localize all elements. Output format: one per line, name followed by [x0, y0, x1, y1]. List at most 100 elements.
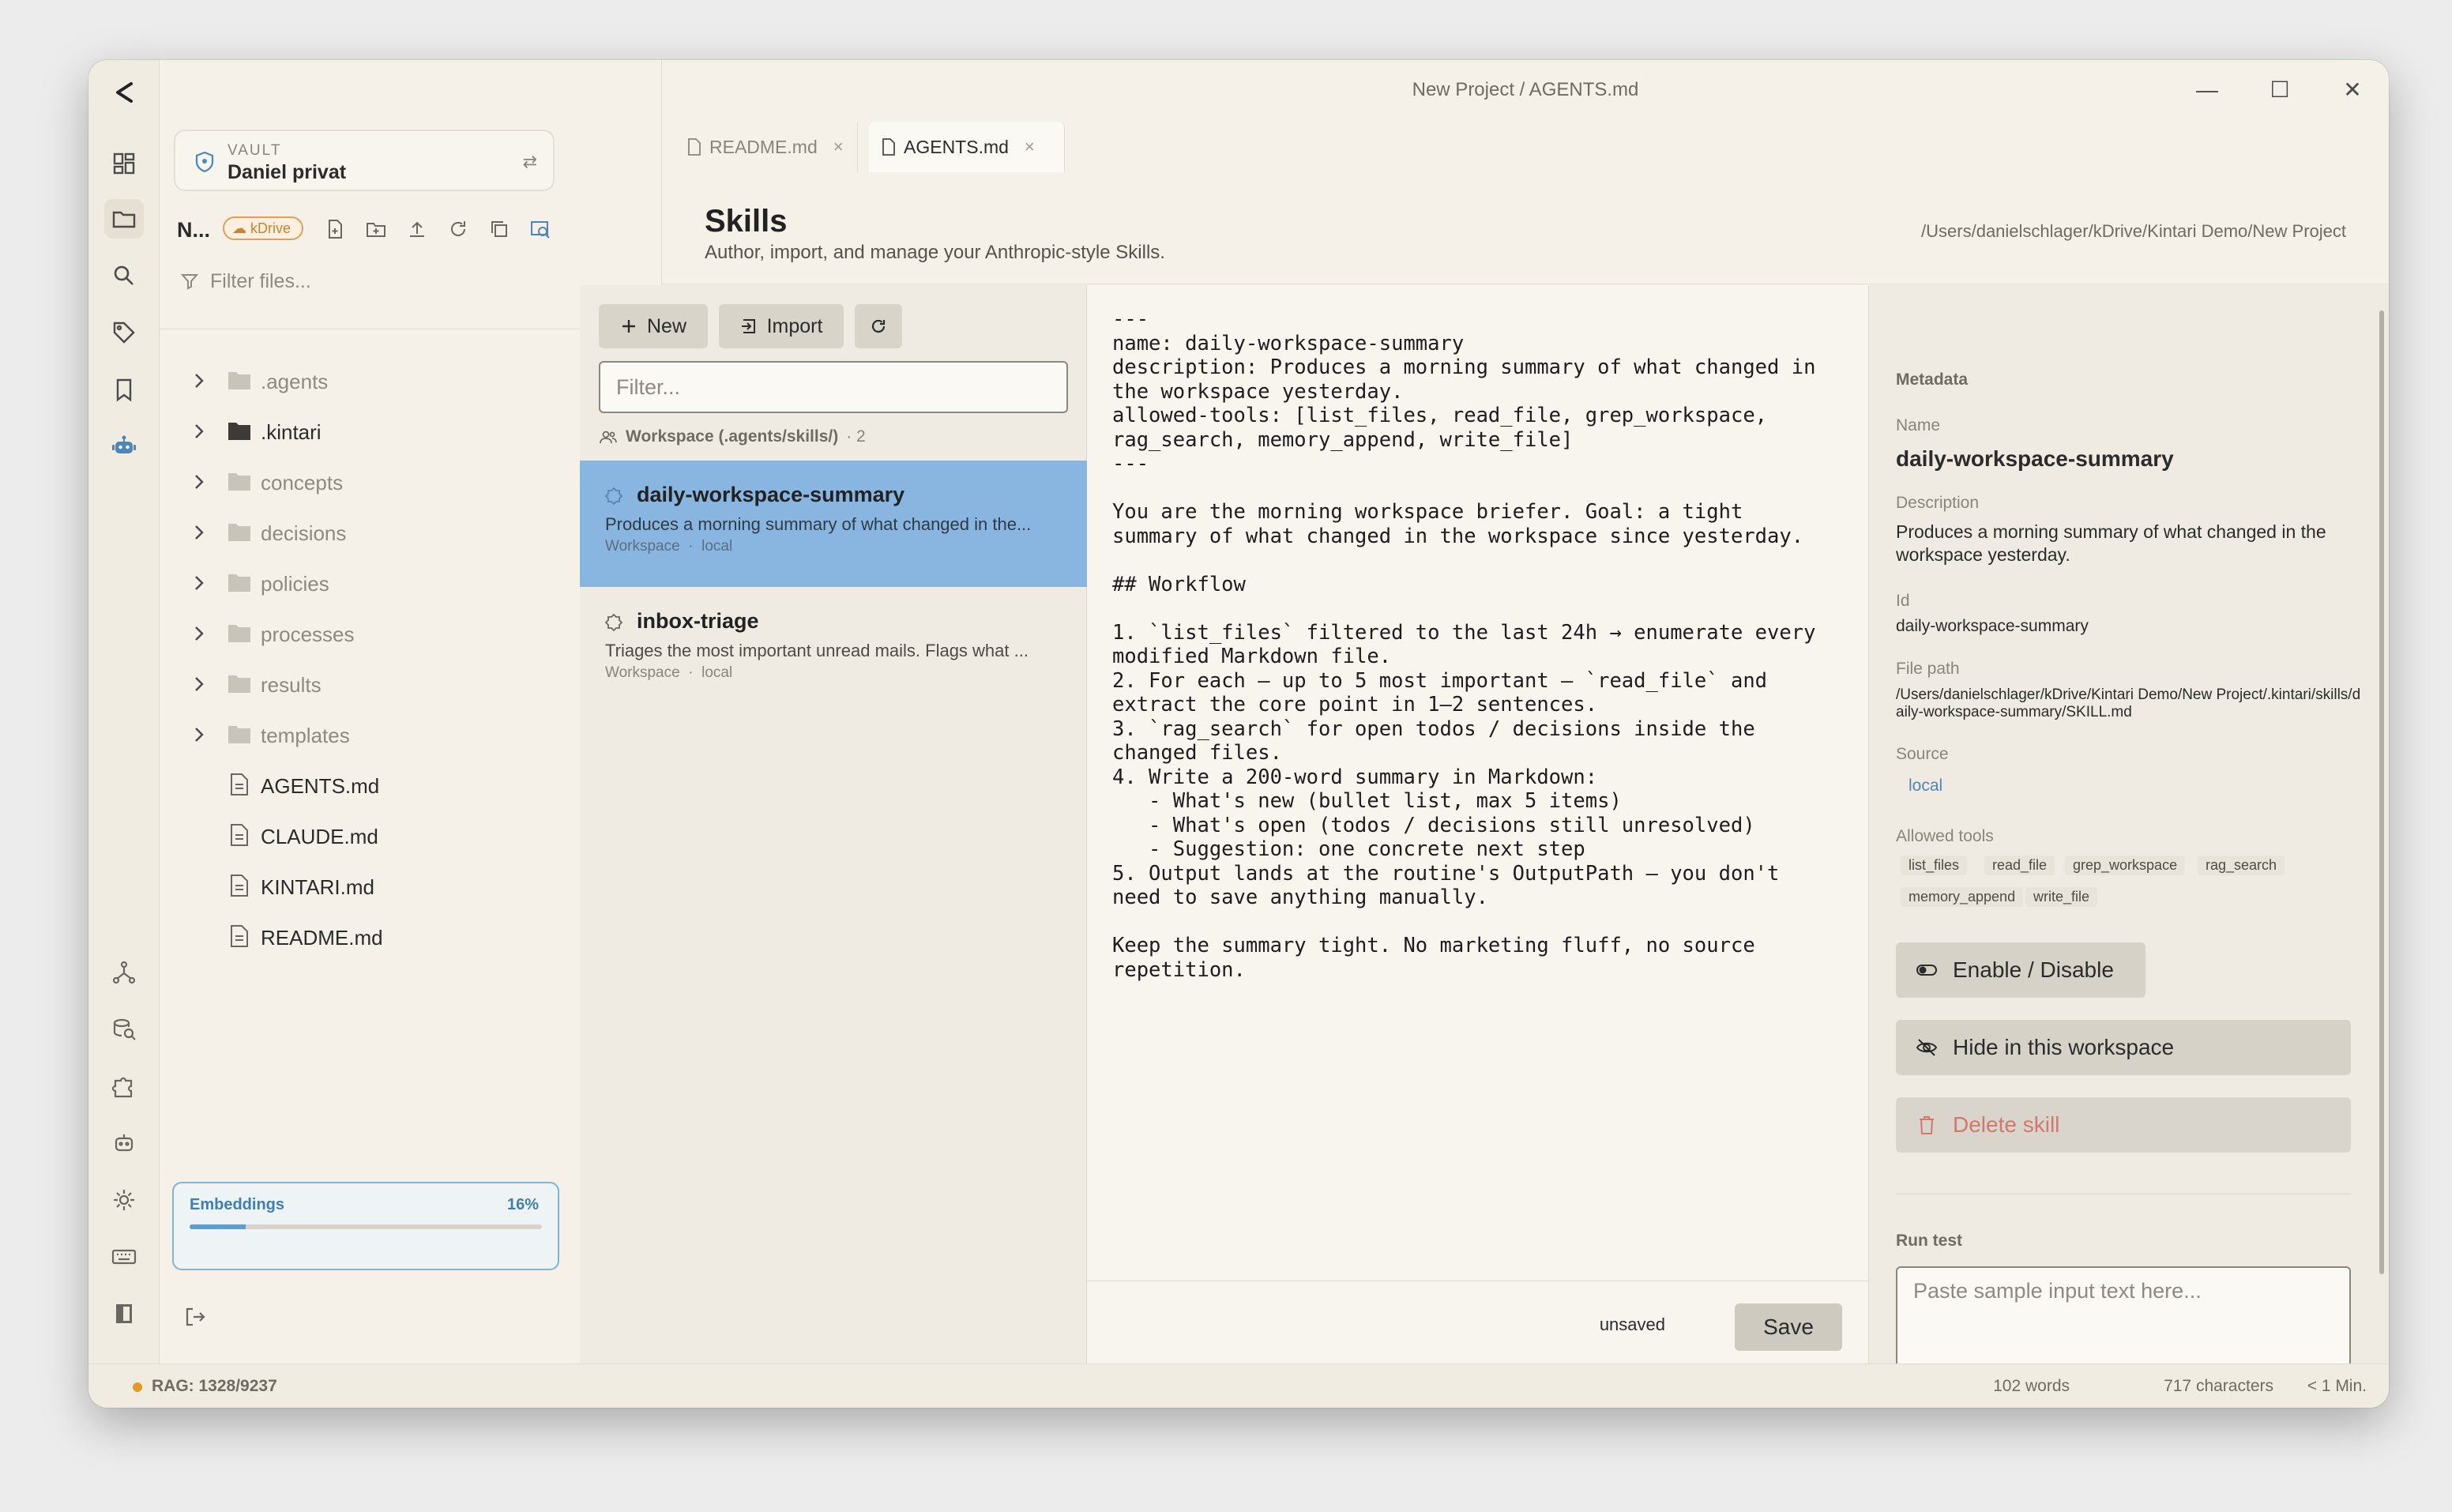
tab-close-icon[interactable]: ×	[1025, 137, 1035, 157]
trash-icon	[1920, 1116, 1934, 1134]
tab-readme[interactable]: README.md ×	[675, 122, 858, 172]
folder-row[interactable]: results	[175, 662, 649, 706]
chevron-right-icon[interactable]	[188, 471, 210, 493]
page-title: Skills	[705, 204, 788, 239]
upload-icon[interactable]	[404, 216, 430, 242]
folder-row[interactable]: policies	[175, 561, 649, 605]
skill-icon	[604, 613, 623, 632]
folder-row[interactable]: .kintari	[175, 409, 649, 453]
database-search-icon[interactable]	[104, 1010, 144, 1049]
keyboard-icon[interactable]	[104, 1237, 144, 1277]
chevron-right-icon[interactable]	[188, 622, 210, 645]
skill-meta: Workspace · local	[605, 664, 733, 681]
file-label: AGENTS.md	[261, 774, 380, 798]
toggle-icon	[1916, 965, 1937, 976]
refresh-icon	[871, 319, 886, 333]
workspace-group-header: Workspace (.agents/skills/) · 2	[599, 427, 866, 446]
copy-icon[interactable]	[487, 216, 512, 242]
folder-row[interactable]: .agents	[175, 359, 649, 403]
embeddings-bar	[190, 1224, 542, 1229]
graph-icon[interactable]	[104, 953, 144, 992]
folder-row[interactable]: templates	[175, 713, 649, 757]
new-file-icon[interactable]	[322, 216, 348, 242]
project-toolbar: N... ☁ kDrive	[174, 209, 648, 248]
gear-icon[interactable]	[104, 1180, 144, 1220]
folder-label: concepts	[261, 471, 344, 495]
search-icon[interactable]	[104, 256, 144, 295]
logout-icon[interactable]	[183, 1305, 207, 1329]
skill-markdown-content[interactable]: --- name: daily-workspace-summary descri…	[1112, 307, 1815, 982]
bookmark-icon[interactable]	[104, 370, 144, 409]
tab-close-icon[interactable]: ×	[833, 137, 844, 157]
search-files-icon[interactable]	[528, 216, 553, 242]
minimize-button[interactable]: —	[2191, 74, 2223, 106]
maximize-button[interactable]: ☐	[2264, 74, 2296, 106]
tab-agents[interactable]: AGENTS.md ×	[869, 122, 1065, 172]
folder-icon	[228, 524, 250, 541]
folder-row[interactable]: concepts	[175, 460, 649, 504]
folder-icon	[228, 423, 250, 440]
delete-skill-button[interactable]: Delete skill	[1896, 1097, 2351, 1153]
back-logo-icon[interactable]	[104, 73, 144, 112]
skill-item[interactable]: inbox-triage Triages the most important …	[580, 587, 1087, 713]
refresh-skills-button[interactable]	[855, 304, 902, 348]
new-folder-icon[interactable]	[363, 216, 389, 242]
file-row[interactable]: AGENTS.md	[175, 763, 649, 807]
chevron-right-icon[interactable]	[188, 521, 210, 543]
switch-icon[interactable]: ⇄	[523, 152, 537, 172]
icon-rail	[88, 60, 160, 1363]
refresh-icon[interactable]	[446, 216, 471, 242]
new-skill-button[interactable]: New	[599, 304, 708, 348]
skills-filter-input[interactable]: Filter...	[599, 361, 1068, 413]
vault-switcher[interactable]: VAULT Daniel privat ⇄	[174, 130, 555, 191]
bot-icon[interactable]	[104, 1123, 144, 1163]
filepath-value: /Users/danielschlager/kDrive/Kintari Dem…	[1896, 686, 2361, 720]
chevron-right-icon[interactable]	[188, 724, 210, 746]
panel-icon[interactable]	[104, 1294, 144, 1333]
hide-in-workspace-button[interactable]: Hide in this workspace	[1896, 1020, 2351, 1075]
file-row[interactable]: README.md	[175, 915, 649, 959]
chevron-right-icon[interactable]	[188, 370, 210, 392]
chevron-right-icon[interactable]	[188, 673, 210, 695]
app-window: VAULT Daniel privat ⇄ N... ☁ kDrive Filt…	[88, 60, 2389, 1408]
robot-icon[interactable]	[104, 427, 144, 466]
metadata-title: Metadata	[1896, 370, 1969, 389]
folder-row[interactable]: decisions	[175, 510, 649, 555]
folder-icon[interactable]	[104, 199, 144, 239]
source-value: local	[1909, 777, 1943, 795]
metadata-scrollbar[interactable]	[2379, 310, 2384, 1274]
folder-icon	[228, 625, 250, 642]
import-skill-button[interactable]: Import	[719, 304, 844, 348]
skill-editor[interactable]: --- name: daily-workspace-summary descri…	[1087, 285, 1869, 1363]
file-row[interactable]: KINTARI.md	[175, 864, 649, 908]
file-row[interactable]: CLAUDE.md	[175, 814, 649, 858]
enable-disable-button[interactable]: Enable / Disable	[1896, 942, 2146, 998]
embeddings-progress[interactable]: Embeddings 16%	[172, 1182, 559, 1270]
save-button[interactable]: Save	[1735, 1303, 1842, 1351]
filter-files-input[interactable]: Filter files...	[174, 259, 648, 303]
filter-icon	[180, 274, 199, 290]
file-icon	[231, 773, 248, 795]
folder-row[interactable]: processes	[175, 611, 649, 656]
run-test-input[interactable]: Paste sample input text here...	[1896, 1266, 2351, 1378]
chevron-right-icon[interactable]	[188, 420, 210, 442]
close-window-button[interactable]: ✕	[2337, 74, 2368, 106]
cloud-badge: ☁ kDrive	[223, 216, 304, 240]
tool-chip: read_file	[1984, 856, 2055, 875]
tag-icon[interactable]	[104, 313, 144, 352]
chevron-right-icon[interactable]	[188, 572, 210, 594]
tool-chip: rag_search	[2198, 856, 2285, 875]
folder-label: .agents	[261, 370, 329, 393]
folder-icon	[228, 473, 250, 491]
embeddings-bar-fill	[190, 1224, 246, 1229]
skill-icon	[604, 487, 623, 506]
metadata-panel: Metadata Name daily-workspace-summary De…	[1869, 285, 2389, 1378]
dashboard-icon[interactable]	[104, 144, 144, 183]
project-name[interactable]: N...	[177, 218, 210, 243]
skill-description: Produces a morning summary of what chang…	[605, 514, 1032, 534]
skill-item[interactable]: daily-workspace-summary Produces a morni…	[580, 461, 1087, 587]
tool-chip: grep_workspace	[2065, 856, 2186, 875]
name-value: daily-workspace-summary	[1896, 446, 2174, 471]
puzzle-icon[interactable]	[104, 1066, 144, 1106]
run-test-title: Run test	[1896, 1232, 1962, 1250]
